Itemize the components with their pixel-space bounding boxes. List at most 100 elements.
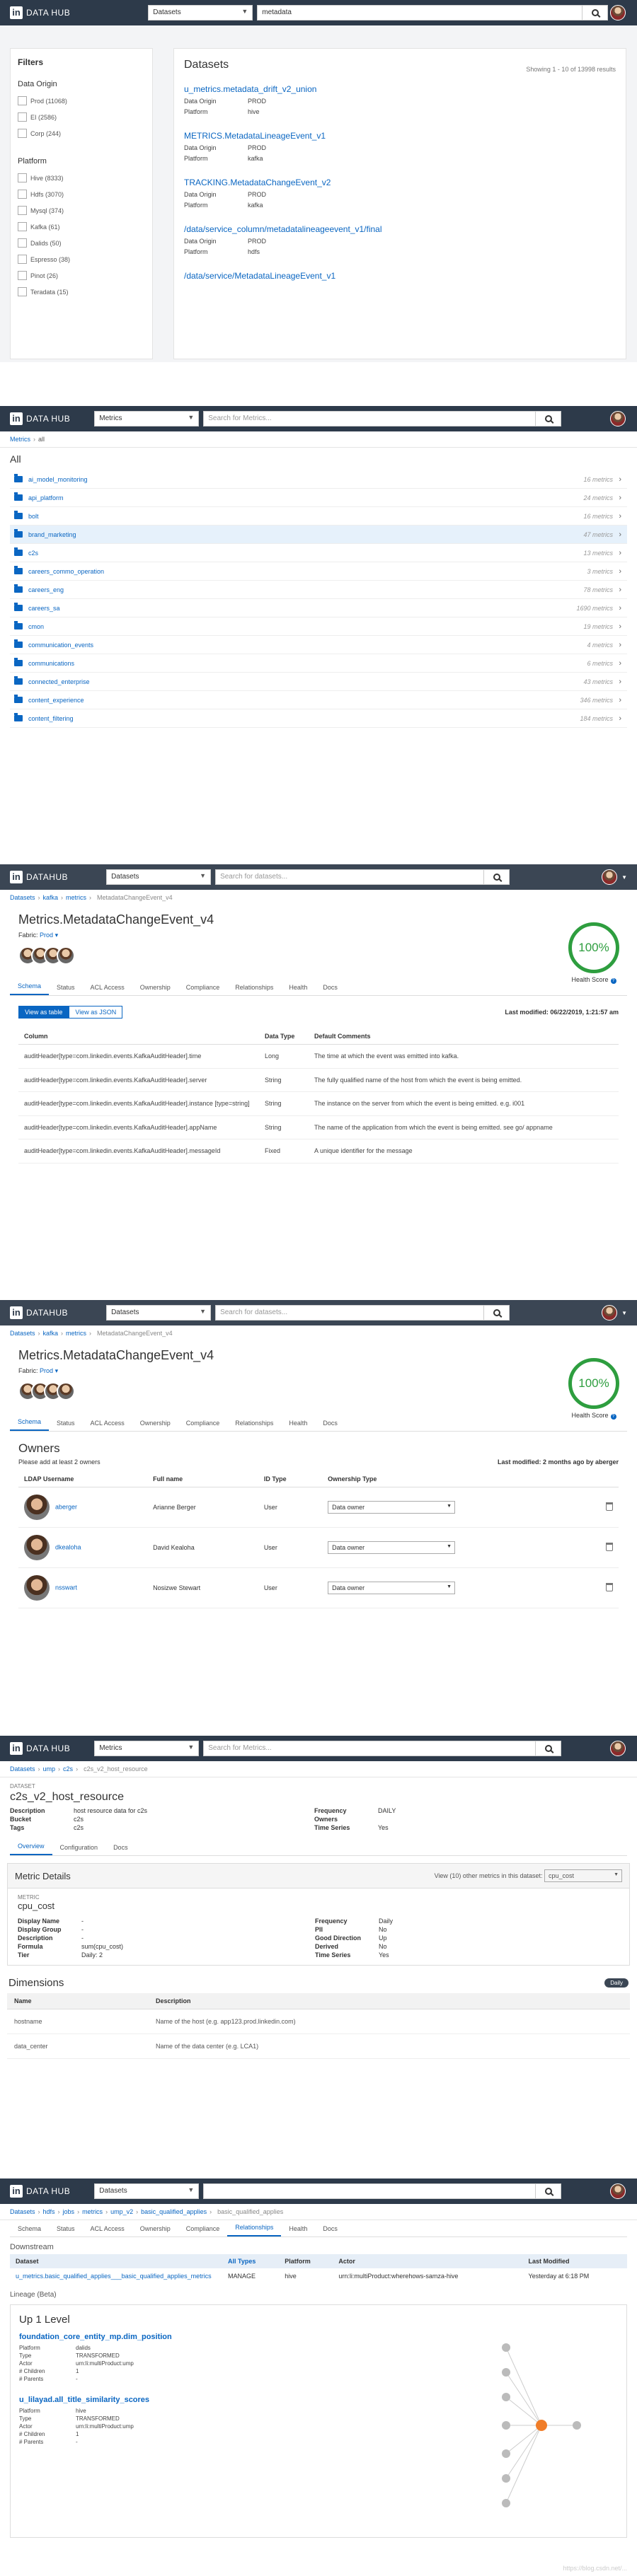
platform-checkbox[interactable]: Pinot (26) (18, 267, 145, 284)
result-link[interactable]: /data/service/MetadataLineageEvent_v1 (184, 271, 616, 281)
tab-health[interactable]: Health (281, 1420, 315, 1431)
entity-select[interactable]: Datasets ▼ (106, 1305, 212, 1321)
lineage-dataset-link[interactable]: u_lilayad.all_title_similarity_scores (11, 2393, 407, 2407)
entity-select[interactable]: Metrics ▼ (94, 411, 200, 427)
owner-avatars[interactable] (0, 1379, 637, 1403)
fabric-select[interactable]: Prod (40, 932, 53, 939)
ownership-type-select[interactable]: Data owner (328, 1501, 456, 1514)
search-button[interactable] (583, 5, 609, 21)
search-input[interactable]: Search for Metrics... (203, 411, 536, 427)
trash-icon[interactable] (606, 1543, 613, 1551)
dataset-link[interactable]: u_metrics.basic_qualified_applies___basi… (10, 2268, 222, 2284)
list-item-name[interactable]: c2s (28, 550, 38, 557)
tab-acl-access[interactable]: ACL Access (83, 984, 132, 995)
checkbox-icon[interactable] (18, 238, 27, 248)
search-input[interactable]: metadata (257, 5, 583, 21)
chevron-right-icon[interactable]: › (619, 567, 621, 576)
origin-checkbox[interactable]: Prod (11068) (18, 93, 145, 109)
breadcrumb-link[interactable]: jobs (63, 2208, 75, 2215)
chevron-right-icon[interactable]: › (619, 475, 621, 484)
tab-ownership[interactable]: Ownership (132, 984, 178, 995)
tab-health[interactable]: Health (281, 984, 315, 995)
list-item[interactable]: communication_events 4 metrics › (10, 636, 627, 654)
entity-select[interactable]: Datasets ▼ (148, 5, 253, 21)
list-item[interactable]: connected_enterprise 43 metrics › (10, 673, 627, 691)
breadcrumb-link[interactable]: hdfs (43, 2208, 55, 2215)
tab-compliance[interactable]: Compliance (178, 2225, 228, 2236)
breadcrumb-link[interactable]: metrics (66, 894, 86, 901)
list-item-name[interactable]: content_experience (28, 697, 84, 704)
breadcrumb-link[interactable]: kafka (43, 1330, 59, 1337)
daily-badge[interactable]: Daily (604, 1978, 629, 1988)
owner-avatars[interactable] (0, 944, 637, 968)
entity-select[interactable]: Datasets ▼ (106, 869, 212, 885)
list-item[interactable]: bolt 16 metrics › (10, 507, 627, 526)
list-item-name[interactable]: api_platform (28, 494, 64, 501)
list-item-name[interactable]: careers_eng (28, 586, 64, 593)
list-item[interactable]: brand_marketing 47 metrics › (10, 526, 627, 544)
breadcrumb-link[interactable]: basic_qualified_applies (141, 2208, 207, 2215)
tab-health[interactable]: Health (281, 2225, 315, 2236)
list-item[interactable]: content_filtering 184 metrics › (10, 709, 627, 728)
origin-checkbox[interactable]: Corp (244) (18, 125, 145, 141)
list-item-name[interactable]: ai_model_monitoring (28, 476, 88, 483)
checkbox-icon[interactable] (18, 271, 27, 280)
chevron-right-icon[interactable]: › (619, 641, 621, 649)
chevron-right-icon[interactable]: › (619, 696, 621, 704)
checkbox-icon[interactable] (18, 206, 27, 215)
breadcrumb-link[interactable]: Datasets (10, 894, 35, 901)
entity-select[interactable]: Datasets ▼ (94, 2183, 200, 2199)
platform-checkbox[interactable]: Kafka (61) (18, 219, 145, 235)
avatar[interactable] (602, 869, 617, 885)
chevron-right-icon[interactable]: › (619, 604, 621, 613)
breadcrumb-link[interactable]: Datasets (10, 2208, 35, 2215)
view-as-table-button[interactable]: View as table (18, 1006, 69, 1019)
chevron-right-icon[interactable]: › (619, 714, 621, 723)
help-icon[interactable]: ? (610, 1414, 616, 1420)
tab-docs[interactable]: Docs (105, 1844, 136, 1855)
list-item[interactable]: api_platform 24 metrics › (10, 489, 627, 507)
chevron-right-icon[interactable]: › (619, 530, 621, 539)
list-item[interactable]: cmon 19 metrics › (10, 617, 627, 636)
tab-configuration[interactable]: Configuration (52, 1844, 106, 1855)
result-link[interactable]: /data/service_column/metadatalineageeven… (184, 224, 616, 234)
chevron-right-icon[interactable]: › (619, 622, 621, 631)
list-item-name[interactable]: communication_events (28, 642, 93, 649)
tab-docs[interactable]: Docs (315, 984, 345, 995)
tab-acl-access[interactable]: ACL Access (83, 1420, 132, 1431)
tab-status[interactable]: Status (49, 2225, 83, 2236)
list-item[interactable]: c2s 13 metrics › (10, 544, 627, 562)
checkbox-icon[interactable] (18, 255, 27, 264)
chevron-right-icon[interactable]: › (619, 549, 621, 557)
chevron-down-icon[interactable]: ▼ (621, 874, 627, 881)
tab-docs[interactable]: Docs (315, 1420, 345, 1431)
fabric-select[interactable]: Prod (40, 1367, 53, 1374)
breadcrumb-link[interactable]: Datasets (10, 1330, 35, 1337)
tab-status[interactable]: Status (49, 1420, 83, 1431)
avatar[interactable] (610, 411, 626, 427)
avatar[interactable] (610, 2183, 626, 2199)
chevron-right-icon[interactable]: › (619, 678, 621, 686)
tab-ownership[interactable]: Ownership (132, 1420, 178, 1431)
help-icon[interactable]: ? (610, 978, 616, 984)
avatar[interactable] (610, 5, 626, 21)
breadcrumb-link[interactable]: Metrics (10, 436, 30, 443)
tab-relationships[interactable]: Relationships (227, 2224, 282, 2236)
tab-relationships[interactable]: Relationships (227, 1420, 281, 1431)
breadcrumb-link[interactable]: Datasets (10, 1765, 35, 1773)
username-link[interactable]: aberger (55, 1503, 77, 1510)
chevron-right-icon[interactable]: › (619, 586, 621, 594)
tab-overview[interactable]: Overview (10, 1843, 52, 1855)
ownership-type-select[interactable]: Data owner (328, 1541, 456, 1554)
chevron-right-icon[interactable]: › (619, 494, 621, 502)
result-link[interactable]: METRICS.MetadataLineageEvent_v1 (184, 131, 616, 141)
list-item-name[interactable]: communications (28, 660, 74, 667)
tab-ownership[interactable]: Ownership (132, 2225, 178, 2236)
platform-checkbox[interactable]: Mysql (374) (18, 202, 145, 219)
breadcrumb-link[interactable]: metrics (66, 1330, 86, 1337)
search-input[interactable]: Search for datasets... (215, 1305, 485, 1321)
trash-icon[interactable] (606, 1583, 613, 1591)
result-link[interactable]: u_metrics.metadata_drift_v2_union (184, 84, 616, 94)
trash-icon[interactable] (606, 1502, 613, 1511)
column-header[interactable]: All Types (222, 2254, 280, 2268)
